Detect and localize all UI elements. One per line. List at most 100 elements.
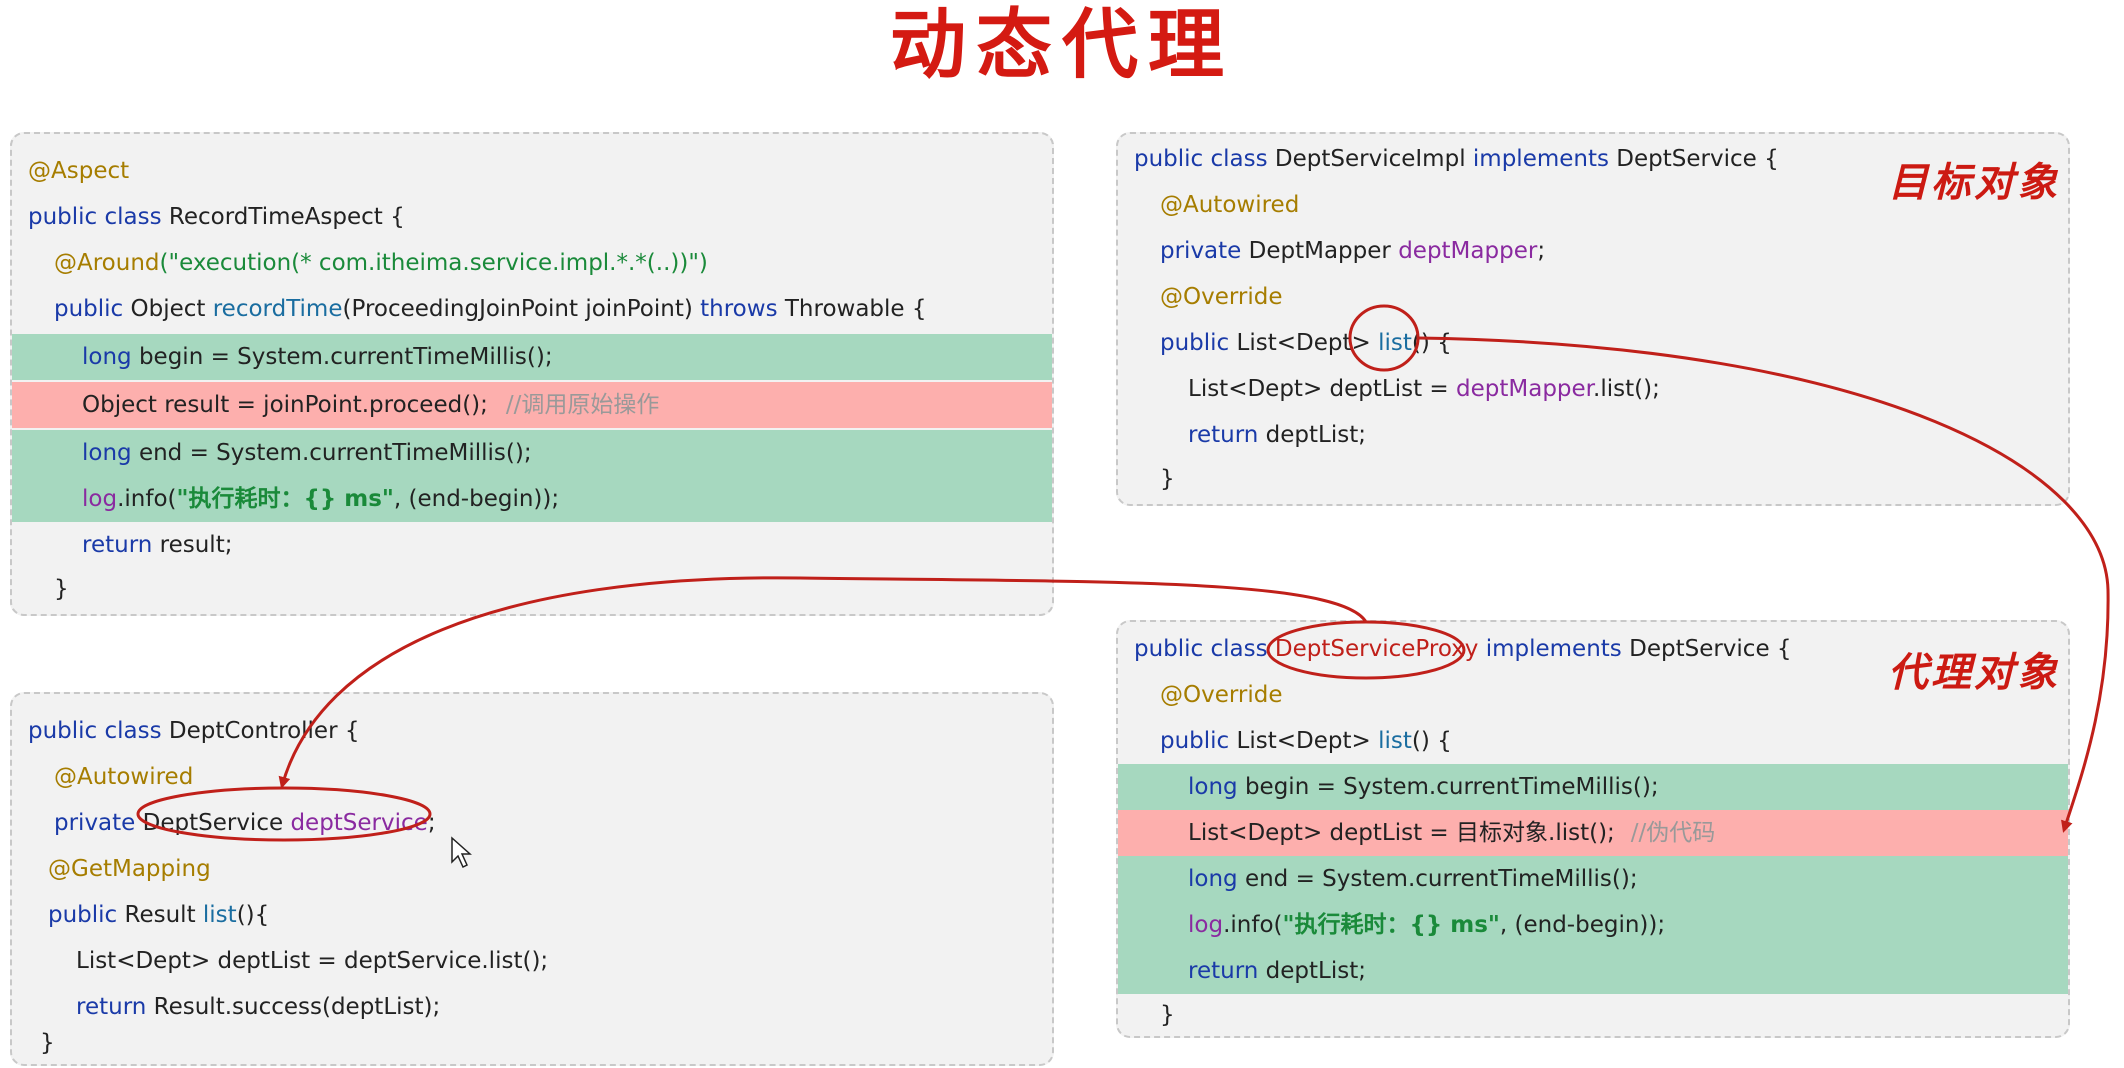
annotation-text: @Override: [1160, 284, 1283, 310]
code-text: () {: [1411, 330, 1452, 356]
type-text: DeptService: [142, 810, 291, 836]
annotation-text: @Autowired: [54, 764, 194, 790]
code-line: }: [1118, 456, 2068, 502]
code-text: result;: [159, 532, 233, 558]
code-line-highlight: List<Dept> deptList = 目标对象.list(); //伪代码: [1118, 810, 2068, 856]
code-line: public List<Dept> list() {: [1118, 718, 2068, 764]
annotation-text: @Autowired: [1160, 192, 1300, 218]
code-text: .list();: [1593, 376, 1660, 402]
code-text: DeptService {: [1616, 146, 1779, 172]
code-line: public class DeptController {: [12, 708, 1052, 754]
code-text: , (end-begin));: [393, 486, 560, 512]
code-text: (){: [236, 902, 270, 928]
code-text: List<Dept> deptList =: [1188, 376, 1457, 402]
comment-text: //伪代码: [1630, 820, 1716, 846]
code-line: List<Dept> deptList = deptMapper.list();: [1118, 366, 2068, 412]
code-line-highlight: long begin = System.currentTimeMillis();: [1118, 764, 2068, 810]
string-text: "执行耗时：{} ms": [176, 486, 394, 512]
field-text: deptService: [290, 810, 428, 836]
keyword-text: return: [1188, 958, 1266, 984]
code-line: List<Dept> deptList = deptService.list()…: [12, 938, 1052, 984]
proxy-class-name-text: DeptServiceProxy: [1274, 636, 1486, 662]
code-text: Object result = joinPoint.proceed();: [82, 392, 488, 418]
string-text: ("execution(* com.itheima.service.impl.*…: [159, 250, 708, 276]
code-text: begin = System.currentTimeMillis();: [138, 344, 553, 370]
code-line: private DeptMapper deptMapper;: [1118, 228, 2068, 274]
keyword-text: implements: [1485, 636, 1630, 662]
keyword-text: private: [1160, 238, 1249, 264]
code-text: deptList;: [1265, 422, 1366, 448]
code-text: ;: [427, 810, 436, 836]
method-name-text: list: [202, 902, 237, 928]
keyword-text: return: [82, 532, 160, 558]
code-line: public class RecordTimeAspect {: [12, 194, 1052, 240]
class-name-text: DeptServiceImpl: [1274, 146, 1473, 172]
annotation-text: @Around: [54, 250, 160, 276]
code-line: return deptList;: [1118, 412, 2068, 458]
code-line-highlight: long begin = System.currentTimeMillis();: [12, 334, 1052, 380]
keyword-text: public class: [1134, 636, 1275, 662]
field-text: log: [1188, 912, 1224, 938]
type-text: DeptMapper: [1248, 238, 1399, 264]
keyword-text: private: [54, 810, 143, 836]
code-line: public List<Dept> list() {: [1118, 320, 2068, 366]
code-line-highlight: return deptList;: [1118, 948, 2068, 994]
dept-service-impl-panel: public class DeptServiceImpl implements …: [1116, 132, 2070, 506]
type-text: List<Dept>: [1236, 728, 1379, 754]
code-text: end = System.currentTimeMillis();: [138, 440, 532, 466]
keyword-text: public class: [1134, 146, 1275, 172]
keyword-text: public: [54, 296, 131, 322]
brace-text: }: [54, 576, 69, 602]
class-name-text: RecordTimeAspect {: [168, 204, 405, 230]
keyword-text: public: [48, 902, 125, 928]
code-text: ;: [1537, 238, 1546, 264]
keyword-text: public: [1160, 728, 1237, 754]
brace-text: }: [40, 1030, 55, 1056]
field-text: deptMapper: [1456, 376, 1594, 402]
code-line: }: [12, 1028, 1052, 1058]
code-line: public Result list(){: [12, 892, 1052, 938]
record-time-aspect-panel: @Aspect public class RecordTimeAspect { …: [10, 132, 1054, 616]
class-name-text: DeptController {: [168, 718, 360, 744]
comment-text: //调用原始操作: [505, 392, 660, 418]
brace-text: }: [1160, 466, 1175, 492]
keyword-text: long: [1188, 774, 1245, 800]
code-text: List<Dept> deptList = 目标对象.list();: [1188, 820, 1615, 846]
type-text: List<Dept>: [1236, 330, 1379, 356]
code-line-highlight: long end = System.currentTimeMillis();: [12, 430, 1052, 476]
code-line: @GetMapping: [12, 846, 1052, 892]
code-text: , (end-begin));: [1499, 912, 1666, 938]
field-text: log: [82, 486, 118, 512]
code-line: @Override: [1118, 274, 2068, 320]
brace-text: }: [1160, 1002, 1175, 1028]
method-name-text: list: [1378, 330, 1412, 356]
code-line-highlight: log.info("执行耗时：{} ms", (end-begin));: [12, 476, 1052, 522]
annotation-text: @Override: [1160, 682, 1283, 708]
code-line: return result;: [12, 522, 1052, 568]
code-line: }: [1118, 992, 2068, 1038]
annotation-text: @GetMapping: [48, 856, 211, 882]
page-title: 动态代理: [890, 0, 1234, 89]
keyword-text: public class: [28, 204, 169, 230]
method-name-text: list: [1378, 728, 1412, 754]
code-text: Throwable {: [784, 296, 927, 322]
keyword-text: long: [82, 344, 139, 370]
code-text: .info(: [1223, 912, 1283, 938]
keyword-text: return: [1188, 422, 1266, 448]
code-text: .info(: [117, 486, 177, 512]
code-line: }: [12, 566, 1052, 612]
code-line: @Autowired: [12, 754, 1052, 800]
keyword-text: long: [1188, 866, 1245, 892]
code-text: List<Dept> deptList = deptService.list()…: [76, 948, 549, 974]
code-text: DeptService {: [1629, 636, 1792, 662]
type-text: Object: [130, 296, 213, 322]
code-line-highlight: log.info("执行耗时：{} ms", (end-begin));: [1118, 902, 2068, 948]
code-text: end = System.currentTimeMillis();: [1244, 866, 1638, 892]
annotation-text: @Aspect: [28, 158, 130, 184]
method-name-text: recordTime: [212, 296, 343, 322]
string-text: "执行耗时：{} ms": [1282, 912, 1500, 938]
keyword-text: long: [82, 440, 139, 466]
dept-controller-panel: public class DeptController { @Autowired…: [10, 692, 1054, 1066]
code-text: deptList;: [1265, 958, 1366, 984]
field-text: deptMapper: [1398, 238, 1538, 264]
